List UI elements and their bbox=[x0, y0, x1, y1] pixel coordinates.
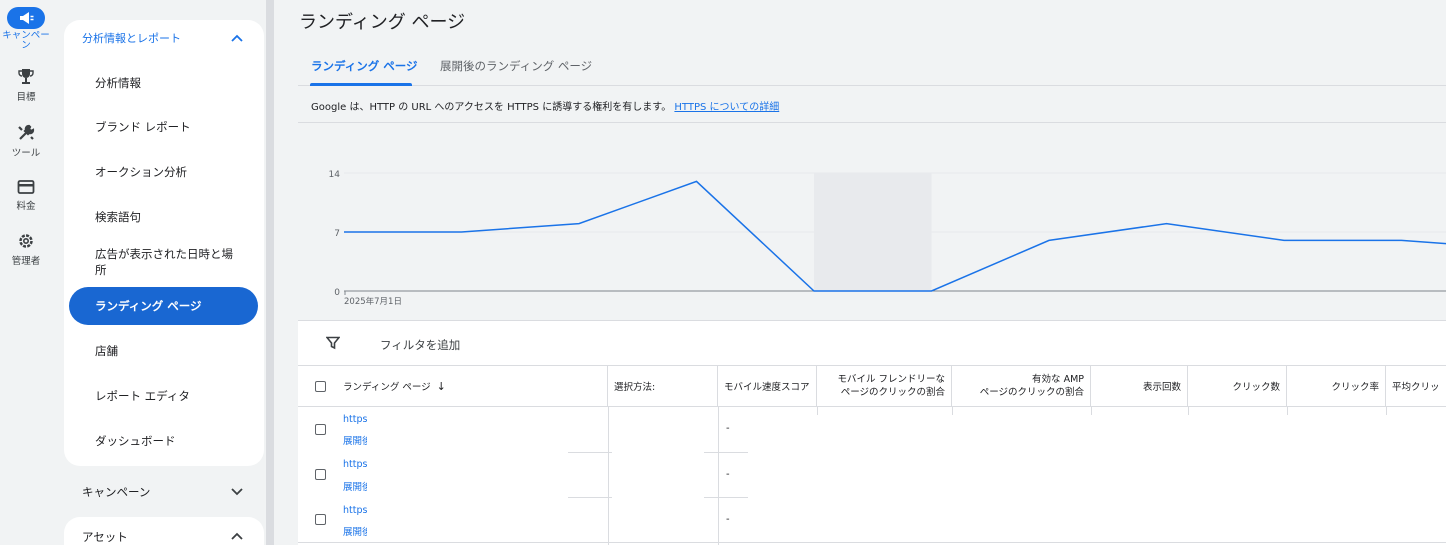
performance-chart: 14 7 0 2025年7月1日 bbox=[329, 170, 1446, 307]
column-divider bbox=[1091, 407, 1092, 415]
column-label-mobile-friendly-2: ページのクリックの割合 bbox=[840, 387, 945, 398]
credit-card-icon bbox=[17, 180, 35, 194]
chevron-up-icon bbox=[231, 532, 243, 540]
row-divider bbox=[298, 542, 1446, 543]
mobile-speed-value: - bbox=[726, 469, 730, 480]
nav-item-insights[interactable]: 分析情報 bbox=[95, 75, 245, 91]
rail-label-tools: ツール bbox=[11, 148, 41, 159]
https-notice: Google は、HTTP の URL へのアクセスを HTTPS に誘導する権… bbox=[311, 98, 779, 113]
tools-icon bbox=[18, 124, 35, 140]
main-content: ランディング ページ ランディング ページ 展開後のランディング ページ Goo… bbox=[278, 0, 1446, 545]
sort-descending-icon: ↓ bbox=[436, 379, 446, 393]
column-header-avg-cpc[interactable]: 平均クリッ bbox=[1386, 366, 1446, 407]
column-label-amp-2: ページのクリックの割合 bbox=[979, 387, 1084, 398]
tab-landing-pages[interactable]: ランディング ページ bbox=[311, 58, 417, 74]
notice-text: Google は、HTTP の URL へのアクセスを HTTPS に誘導する権… bbox=[311, 102, 672, 113]
nav-item-report-editor[interactable]: レポート エディタ bbox=[95, 388, 245, 404]
landing-pages-table: ランディング ページ ↓ 選択方法: モバイル速度スコア モバイル フレンドリー… bbox=[298, 366, 1446, 545]
column-divider bbox=[952, 407, 953, 415]
row-divider bbox=[568, 497, 612, 498]
rail-item-billing[interactable]: 料金 bbox=[0, 179, 52, 212]
column-label-landing-page: ランディング ページ bbox=[343, 382, 431, 393]
filter-bar: フィルタを追加 bbox=[298, 320, 1446, 366]
rail-item-tools[interactable]: ツール bbox=[0, 124, 52, 159]
row-checkbox[interactable] bbox=[315, 424, 326, 435]
column-divider bbox=[1287, 407, 1288, 415]
panel-divider[interactable] bbox=[266, 0, 274, 545]
trophy-icon bbox=[18, 69, 34, 84]
chevron-up-icon bbox=[231, 34, 243, 42]
mobile-speed-value: - bbox=[726, 514, 730, 525]
tab-indicator bbox=[310, 83, 412, 86]
nav-section-campaigns-label: キャンペーン bbox=[82, 485, 151, 499]
x-axis-start-label: 2025年7月1日 bbox=[344, 296, 402, 307]
notice-divider bbox=[298, 122, 1446, 123]
row-checkbox[interactable] bbox=[315, 469, 326, 480]
y-tick-label: 0 bbox=[334, 288, 340, 298]
row-divider bbox=[704, 452, 748, 453]
rail-item-admin[interactable]: 管理者 bbox=[0, 232, 52, 267]
nav-group-header[interactable]: 分析情報とレポート bbox=[64, 20, 264, 56]
filter-icon[interactable] bbox=[326, 336, 340, 350]
add-filter-button[interactable]: フィルタを追加 bbox=[380, 337, 460, 353]
row-divider bbox=[568, 452, 612, 453]
column-divider bbox=[1386, 407, 1387, 415]
nav-item-auction[interactable]: オークション分析 bbox=[95, 164, 245, 180]
rail-label-goals: 目標 bbox=[16, 92, 36, 103]
gear-icon bbox=[19, 234, 33, 248]
redacted-area bbox=[367, 408, 567, 542]
column-header-ctr[interactable]: クリック率 bbox=[1287, 366, 1386, 407]
rail-item-goals[interactable]: 目標 bbox=[0, 68, 52, 103]
page-title: ランディング ページ bbox=[299, 12, 466, 33]
left-rail: キャンペーン 目標 ツール 料金 管理者 bbox=[0, 0, 52, 545]
nav-item-search-terms[interactable]: 検索語句 bbox=[95, 209, 245, 225]
column-label-amp-1: 有効な AMP bbox=[1032, 374, 1084, 385]
column-divider bbox=[1188, 407, 1189, 415]
rail-item-campaigns[interactable]: キャンペーン bbox=[0, 0, 52, 51]
nav-item-stores[interactable]: 店舗 bbox=[95, 343, 245, 359]
column-divider bbox=[718, 407, 719, 545]
column-header-landing-page[interactable]: ランディング ページ ↓ bbox=[298, 366, 608, 407]
tab-expanded-landing-pages[interactable]: 展開後のランディング ページ bbox=[440, 58, 592, 74]
nav-item-brand-report[interactable]: ブランド レポート bbox=[95, 119, 245, 135]
select-all-checkbox[interactable] bbox=[315, 381, 326, 392]
https-learn-more-link[interactable]: HTTPS についての詳細 bbox=[674, 102, 779, 113]
column-header-mobile-speed[interactable]: モバイル速度スコア bbox=[718, 366, 817, 407]
tab-bar: ランディング ページ 展開後のランディング ページ bbox=[298, 50, 1446, 86]
column-header-mobile-friendly[interactable]: モバイル フレンドリーな ページのクリックの割合 bbox=[817, 366, 952, 407]
column-divider bbox=[608, 407, 609, 545]
column-header-amp[interactable]: 有効な AMP ページのクリックの割合 bbox=[952, 366, 1091, 407]
y-tick-label: 14 bbox=[329, 170, 341, 180]
nav-section-campaigns[interactable]: キャンペーン bbox=[64, 470, 264, 514]
row-checkbox[interactable] bbox=[315, 514, 326, 525]
column-header-impressions[interactable]: 表示回数 bbox=[1091, 366, 1188, 407]
nav-item-when-where[interactable]: 広告が表示された日時と場所 bbox=[95, 246, 240, 278]
column-header-clicks[interactable]: クリック数 bbox=[1188, 366, 1287, 407]
mobile-speed-value: - bbox=[726, 423, 730, 434]
rail-label-admin: 管理者 bbox=[11, 256, 41, 267]
nav-panel: 分析情報とレポート 分析情報 ブランド レポート オークション分析 検索語句 広… bbox=[64, 20, 264, 466]
nav-section-assets-label: アセット bbox=[82, 530, 128, 544]
nav-section-assets[interactable]: アセット bbox=[64, 517, 264, 545]
column-divider bbox=[817, 407, 818, 415]
column-label-mobile-friendly-1: モバイル フレンドリーな bbox=[837, 374, 945, 385]
megaphone-icon bbox=[7, 7, 45, 29]
chevron-down-icon bbox=[231, 488, 243, 496]
rail-label-campaigns: キャンペーン bbox=[2, 30, 50, 51]
nav-item-dashboards[interactable]: ダッシュボード bbox=[95, 433, 245, 449]
row-divider bbox=[704, 497, 748, 498]
nav-item-landing-pages-label: ランディング ページ bbox=[95, 299, 202, 313]
nav-group-title: 分析情報とレポート bbox=[82, 32, 181, 45]
y-tick-label: 7 bbox=[334, 229, 340, 239]
rail-label-billing: 料金 bbox=[16, 201, 36, 212]
nav-item-landing-pages[interactable]: ランディング ページ bbox=[69, 287, 258, 325]
column-header-selection-method[interactable]: 選択方法: bbox=[608, 366, 718, 407]
